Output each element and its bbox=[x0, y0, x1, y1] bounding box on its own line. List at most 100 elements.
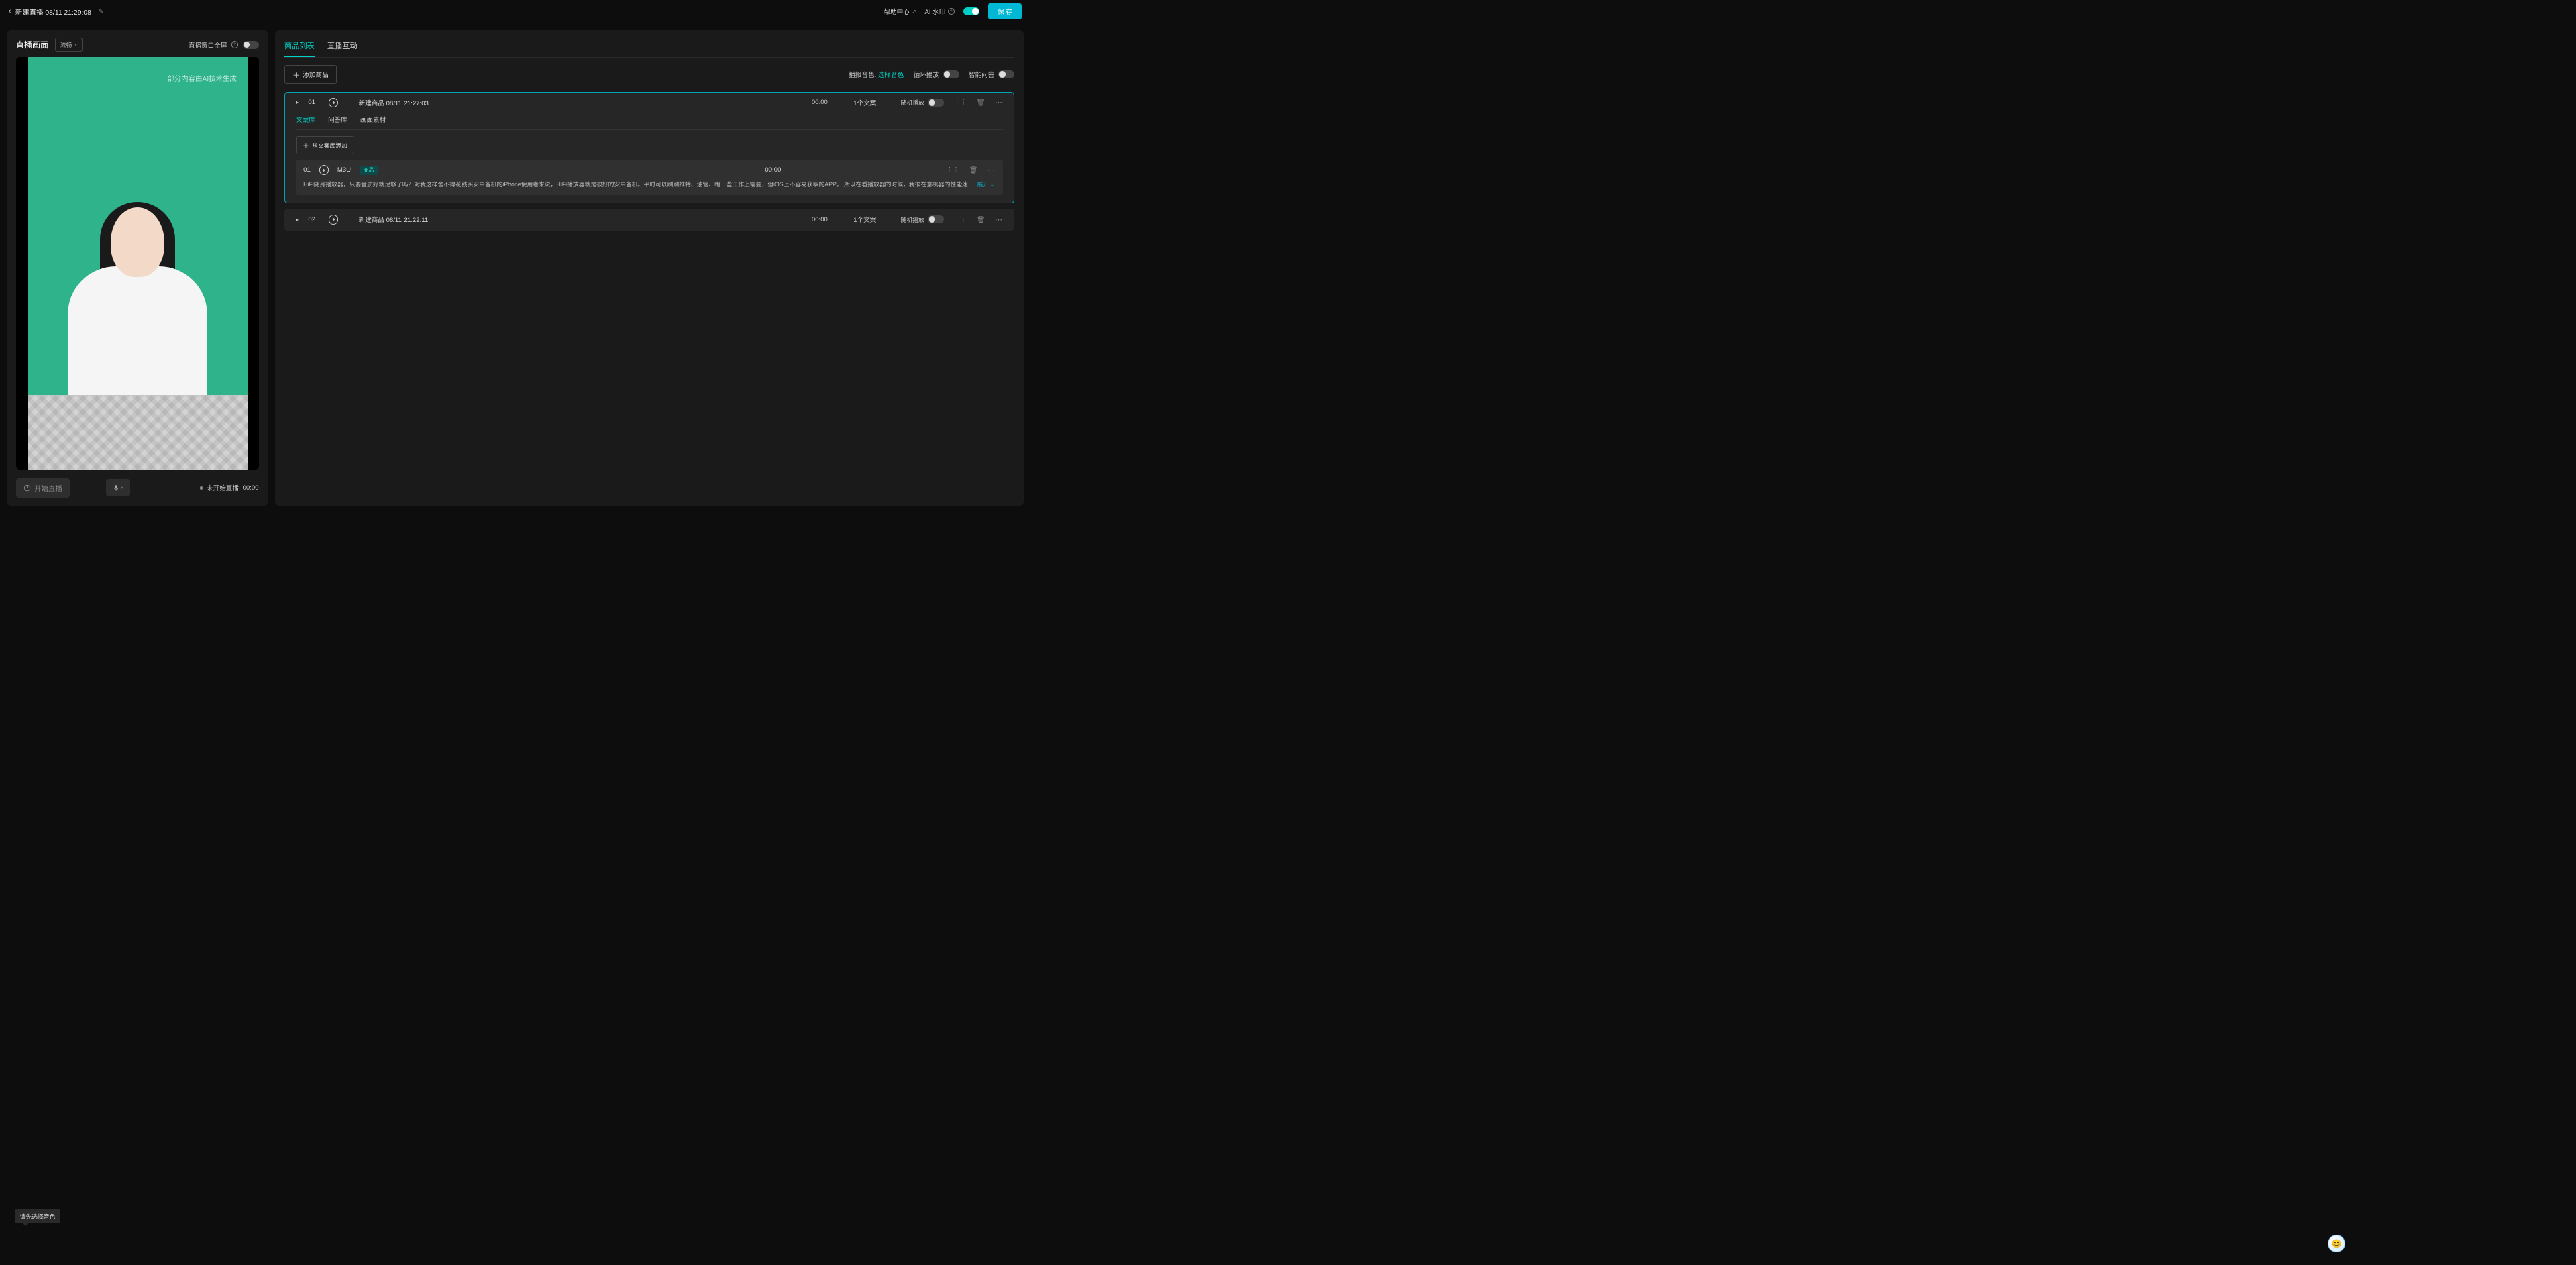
preview-panel: 直播画面 流畅 ▾ 直播窗口全屏 ? 部分内容由AI技术生成 bbox=[7, 30, 268, 506]
preview-footer: 开始直播 ▾ 未开始直播 00:00 bbox=[16, 477, 259, 498]
script-text: HiFi随身播放器，只要音质好就足够了吗？对我这样舍不得花钱买安卓备机的iPho… bbox=[303, 180, 974, 189]
script-header: 01 M3U 商品 00:00 ⋮⋮ 🗑 ⋯ bbox=[303, 165, 996, 174]
add-from-script-lib-button[interactable]: ＋ 从文案库添加 bbox=[296, 136, 354, 154]
ai-watermark-text: 部分内容由AI技术生成 bbox=[167, 73, 236, 83]
help-label: 帮助中心 bbox=[883, 7, 909, 16]
watermark-group: AI 水印 ? bbox=[924, 7, 955, 16]
status-label: 未开始直播 bbox=[207, 483, 239, 492]
status-time: 00:00 bbox=[243, 484, 259, 492]
product-duration: 00:00 bbox=[812, 99, 844, 106]
script-card: 01 M3U 商品 00:00 ⋮⋮ 🗑 ⋯ bbox=[296, 160, 1003, 195]
play-button[interactable] bbox=[319, 165, 329, 174]
fullscreen-toggle[interactable] bbox=[243, 41, 259, 49]
quality-select[interactable]: 流畅 ▾ bbox=[55, 38, 83, 52]
toolbar: ＋ 添加商品 播报音色: 选择音色 循环播放 智能问答 bbox=[284, 65, 1014, 84]
page-title: 新建直播 08/11 21:29:08 bbox=[15, 7, 91, 17]
caret-right-icon[interactable]: ▸ bbox=[296, 99, 299, 105]
random-play-toggle[interactable] bbox=[928, 99, 944, 107]
script-tag: 商品 bbox=[360, 166, 378, 175]
add-product-label: 添加商品 bbox=[303, 70, 328, 79]
save-button[interactable]: 保 存 bbox=[988, 3, 1022, 19]
script-index: 01 bbox=[303, 166, 311, 174]
chevron-down-icon: ▾ bbox=[74, 42, 76, 48]
plus-icon: ＋ bbox=[292, 70, 299, 80]
play-button[interactable] bbox=[329, 215, 338, 224]
product-header[interactable]: ▸ 01 新建商品 08/11 21:27:03 00:00 1个文案 随机播放… bbox=[285, 93, 1014, 113]
script-subtabs: 文案库 问答库 画面素材 bbox=[296, 113, 1003, 130]
play-button[interactable] bbox=[329, 98, 338, 107]
tab-product-list[interactable]: 商品列表 bbox=[284, 38, 315, 57]
main-tabs: 商品列表 直播互动 bbox=[284, 38, 1014, 58]
main-layout: 直播画面 流畅 ▾ 直播窗口全屏 ? 部分内容由AI技术生成 bbox=[0, 23, 1030, 506]
assistant-bubble[interactable]: 😊 bbox=[2328, 1235, 2345, 1252]
preview-tablecloth bbox=[28, 395, 248, 470]
more-icon[interactable]: ⋯ bbox=[995, 98, 1003, 107]
add-product-button[interactable]: ＋ 添加商品 bbox=[284, 65, 337, 84]
drag-handle-icon[interactable]: ⋮⋮ bbox=[947, 166, 959, 174]
product-index: 01 bbox=[308, 99, 319, 106]
product-name: 新建商品 08/11 21:27:03 bbox=[359, 98, 429, 107]
play-icon bbox=[323, 168, 325, 172]
mic-icon bbox=[113, 484, 119, 491]
smart-qa-toggle-group: 智能问答 bbox=[969, 70, 1014, 79]
more-icon[interactable]: ⋯ bbox=[987, 166, 996, 174]
loop-label: 循环播放 bbox=[914, 70, 939, 79]
smart-qa-toggle[interactable] bbox=[998, 70, 1014, 78]
help-circle-icon[interactable]: ? bbox=[231, 41, 238, 48]
product-item: ▸ 02 新建商品 08/11 21:22:11 00:00 1个文案 随机播放… bbox=[284, 209, 1014, 230]
bot-face-icon: 😊 bbox=[2332, 1239, 2342, 1248]
delete-icon[interactable]: 🗑 bbox=[969, 166, 977, 174]
back-icon[interactable]: ‹ bbox=[9, 7, 11, 15]
subtab-script-lib[interactable]: 文案库 bbox=[296, 113, 315, 129]
mic-button[interactable]: ▾ bbox=[106, 479, 130, 496]
product-duration: 00:00 bbox=[812, 216, 844, 223]
live-status: 未开始直播 00:00 bbox=[200, 483, 259, 492]
product-index: 02 bbox=[308, 216, 319, 223]
edit-title-icon[interactable]: ✎ bbox=[98, 8, 103, 15]
start-label: 开始直播 bbox=[34, 483, 62, 493]
start-live-button[interactable]: 开始直播 bbox=[16, 478, 70, 498]
drag-handle-icon[interactable]: ⋮⋮ bbox=[954, 216, 967, 223]
script-text-row: HiFi随身播放器，只要音质好就足够了吗？对我这样舍不得花钱买安卓备机的iPho… bbox=[303, 180, 996, 189]
caret-right-icon[interactable]: ▸ bbox=[296, 217, 299, 223]
voice-tooltip: 请先选择音色 bbox=[15, 1209, 60, 1223]
product-body: 文案库 问答库 画面素材 ＋ 从文案库添加 01 M3U 商品 00:00 bbox=[285, 113, 1014, 203]
delete-icon[interactable]: 🗑 bbox=[976, 98, 985, 107]
product-name: 新建商品 08/11 21:22:11 bbox=[359, 215, 429, 224]
random-toggle-group: 随机播放 bbox=[901, 98, 945, 107]
product-script-count: 1个文案 bbox=[853, 98, 891, 107]
subtab-qa-lib[interactable]: 问答库 bbox=[328, 113, 347, 129]
random-toggle-group: 随机播放 bbox=[901, 215, 945, 224]
play-icon bbox=[333, 217, 335, 221]
script-actions: ⋮⋮ 🗑 ⋯ bbox=[947, 166, 996, 174]
loop-toggle[interactable] bbox=[943, 70, 959, 78]
random-play-toggle[interactable] bbox=[928, 215, 944, 223]
plus-icon: ＋ bbox=[303, 140, 309, 150]
add-from-lib-label: 从文案库添加 bbox=[312, 141, 347, 150]
power-icon bbox=[23, 484, 31, 492]
delete-icon[interactable]: 🗑 bbox=[976, 215, 985, 224]
script-name: M3U bbox=[337, 166, 351, 174]
voice-label: 播报音色: bbox=[849, 72, 876, 79]
expand-script-link[interactable]: 展开 ⌄ bbox=[977, 180, 995, 189]
preview-head-left: 直播画面 流畅 ▾ bbox=[16, 38, 83, 52]
preview-frame: 部分内容由AI技术生成 bbox=[16, 57, 259, 470]
chevron-down-icon: ⌄ bbox=[990, 180, 995, 189]
preview-title: 直播画面 bbox=[16, 39, 48, 50]
voice-pair: 播报音色: 选择音色 bbox=[849, 70, 904, 79]
preview-head: 直播画面 流畅 ▾ 直播窗口全屏 ? bbox=[16, 38, 259, 52]
random-label: 随机播放 bbox=[901, 98, 924, 107]
watermark-label: AI 水印 bbox=[924, 7, 945, 16]
drag-handle-icon[interactable]: ⋮⋮ bbox=[954, 99, 967, 106]
virtual-avatar bbox=[62, 207, 213, 395]
tab-live-interaction[interactable]: 直播互动 bbox=[327, 38, 358, 57]
help-circle-icon[interactable]: ? bbox=[948, 8, 955, 15]
watermark-toggle[interactable] bbox=[963, 7, 979, 15]
subtab-visual-assets[interactable]: 画面素材 bbox=[360, 113, 386, 129]
help-link[interactable]: 帮助中心 ↗ bbox=[883, 7, 916, 16]
header-left: ‹ 新建直播 08/11 21:29:08 ✎ bbox=[9, 7, 104, 17]
content-panel: 商品列表 直播互动 ＋ 添加商品 播报音色: 选择音色 循环播放 智能问答 bbox=[275, 30, 1024, 506]
voice-select[interactable]: 选择音色 bbox=[878, 72, 904, 79]
product-header[interactable]: ▸ 02 新建商品 08/11 21:22:11 00:00 1个文案 随机播放… bbox=[285, 209, 1014, 229]
more-icon[interactable]: ⋯ bbox=[995, 215, 1003, 224]
